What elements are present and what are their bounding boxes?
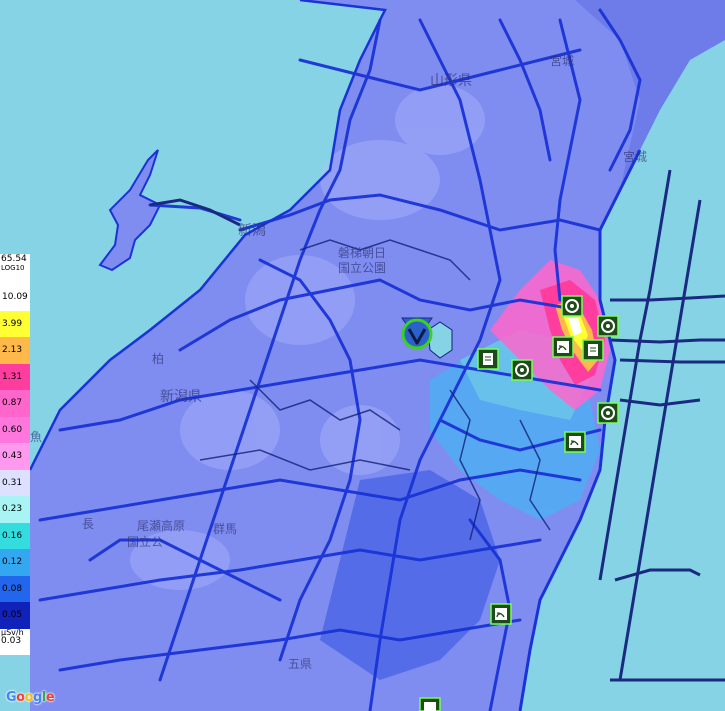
place-label-oze: 尾瀬高原: [137, 519, 186, 533]
nuclear-plant-icon[interactable]: [561, 295, 583, 317]
feed-icon[interactable]: [419, 697, 441, 711]
place-label-uonuma: 魚: [30, 430, 43, 444]
legend-item: 0.08: [0, 575, 30, 602]
legend-item: 0.60: [0, 416, 30, 443]
legend-item: 1.31: [0, 363, 30, 390]
radiation-map[interactable]: [0, 0, 725, 711]
legend-item: 0.43: [0, 443, 30, 470]
legend-min: 0.03: [1, 635, 22, 646]
legend-item: 0.05: [0, 602, 30, 629]
legend-item: 0.23: [0, 496, 30, 523]
place-label-tochigi: 五県: [288, 657, 313, 671]
legend-max: 65.54: [1, 254, 27, 264]
legend-item: 0.87: [0, 390, 30, 417]
google-logo[interactable]: Google: [6, 690, 55, 705]
place-label-miyagi-ken: 宮城: [623, 150, 648, 164]
legend-item: 10.09: [0, 284, 30, 311]
place-label-gunma: 群馬: [213, 522, 238, 536]
legend-item: 0.31: [0, 469, 30, 496]
place-label-niigata-ken: 新潟県: [160, 389, 202, 405]
radiation-legend: 65.54 LOG10 10.09 3.99 2.13 1.31 0.87 0.60 0.4…: [0, 254, 30, 682]
feed-icon[interactable]: [552, 336, 574, 358]
feed-icon[interactable]: [564, 431, 586, 453]
location-marker[interactable]: [401, 317, 433, 350]
place-label-park: 国立公園: [338, 261, 387, 275]
legend-item: 0.12: [0, 549, 30, 576]
place-label-kashiwazaki: 柏: [152, 352, 165, 366]
legend-header: 65.54 LOG10: [0, 254, 30, 284]
feed-icon[interactable]: [490, 603, 512, 625]
nuclear-plant-icon[interactable]: [597, 402, 619, 424]
legend-item: 3.99: [0, 310, 30, 337]
legend-item: 2.13: [0, 337, 30, 364]
offshore-tracks: [598, 169, 725, 682]
place-label-nagano: 長: [82, 517, 95, 531]
place-label-miyagi: 宮城: [550, 54, 575, 68]
place-label-yamagata: 山形県: [430, 73, 472, 89]
nuclear-plant-icon[interactable]: [511, 359, 533, 381]
sado-island: [98, 149, 162, 272]
nuclear-plant-icon[interactable]: [597, 315, 619, 337]
ferry-track: [149, 198, 241, 227]
document-icon[interactable]: [477, 348, 499, 370]
legend-scale: LOG10: [1, 264, 25, 272]
place-label-niigata: 新潟: [238, 223, 266, 239]
legend-footer: µSv/h 0.03: [0, 628, 30, 655]
document-icon[interactable]: [582, 339, 604, 361]
legend-item: 0.16: [0, 522, 30, 549]
legend-items: 10.09 3.99 2.13 1.31 0.87 0.60 0.43 0.31 0.23 0.1…: [0, 284, 30, 629]
place-label-national: 国立公: [127, 535, 164, 549]
